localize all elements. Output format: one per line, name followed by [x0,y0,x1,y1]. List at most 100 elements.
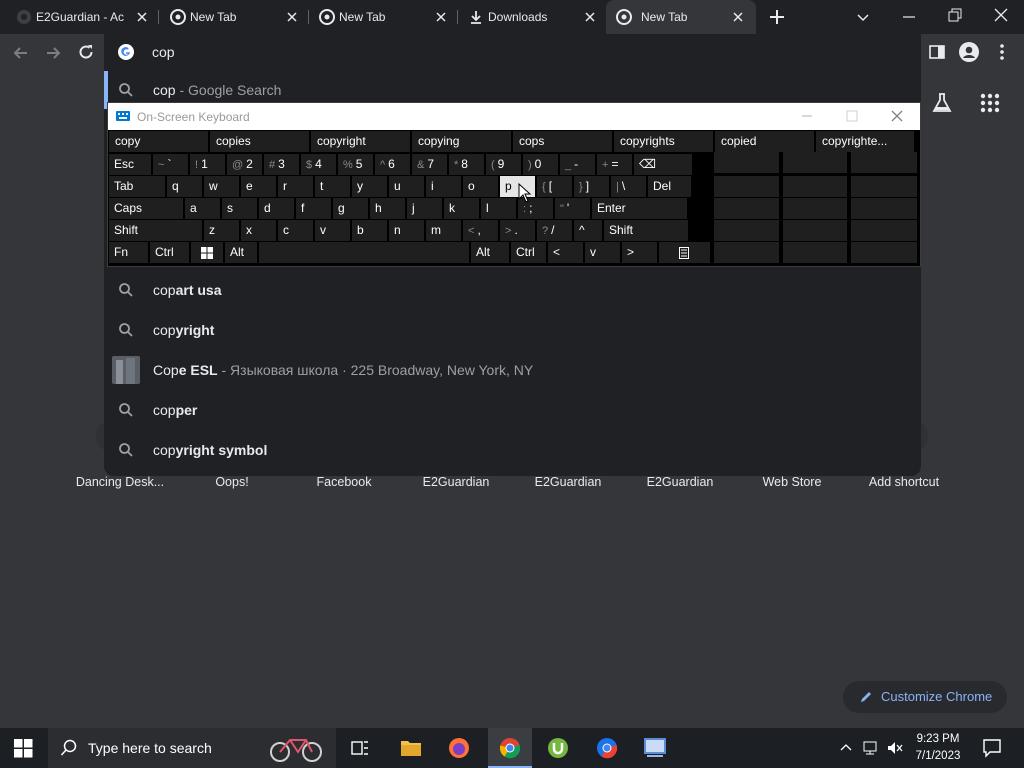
osk-key-right[interactable]: > [622,242,657,263]
osk-key[interactable]: l [481,198,516,219]
osk-key[interactable]: Enter [592,198,687,219]
osk-key[interactable]: x [241,220,276,241]
osk-key[interactable]: f [296,198,331,219]
osk-key[interactable]: z [204,220,239,241]
volume-muted-icon[interactable] [886,740,904,756]
osk-prediction[interactable]: copyrights [614,131,713,152]
shortcut-tile[interactable]: E2Guardian [624,475,736,489]
osk-key-space[interactable] [259,242,469,263]
osk-key-end[interactable] [714,176,779,197]
profile-icon[interactable] [959,42,979,62]
osk-key-nav[interactable] [851,152,917,173]
osk-prediction[interactable]: copyright [311,131,410,152]
osk-key[interactable]: o [463,176,498,197]
osk-key-fn[interactable]: Fn [109,242,148,263]
osk-key[interactable]: $4 [301,154,336,175]
osk-key-alt[interactable]: Alt [471,242,509,263]
task-view-icon[interactable] [350,738,370,758]
restore-icon[interactable] [946,6,964,24]
osk-key[interactable]: c [278,220,313,241]
osk-key[interactable]: Shift [109,220,202,241]
osk-key[interactable]: w [204,176,239,197]
osk-key-mv-up[interactable] [851,176,917,197]
osk-key[interactable]: y [352,176,387,197]
back-icon[interactable] [12,44,30,62]
osk-key[interactable]: _ - [560,154,595,175]
osk-key-fade[interactable] [851,242,917,263]
osk-key-pgdn[interactable] [783,176,847,197]
osk-key[interactable]: % 5 [338,154,373,175]
osk-key[interactable]: g [333,198,368,219]
tray-chevron-up-icon[interactable] [840,742,852,752]
shortcut-tile[interactable]: E2Guardian [512,475,624,489]
chrome-beta-icon[interactable] [596,737,618,759]
osk-key[interactable]: #3 [264,154,299,175]
osk-key-down[interactable]: v [585,242,620,263]
osk-key[interactable]: * 8 [449,154,484,175]
osk-key[interactable]: b [352,220,387,241]
osk-prediction[interactable]: copies [210,131,309,152]
osk-key[interactable]: >. [500,220,535,241]
firefox-icon[interactable] [448,737,470,759]
osk-key-prtscn[interactable] [714,220,779,241]
osk-key-pause[interactable] [783,198,847,219]
osk-key[interactable]: u [389,176,424,197]
tab-downloads[interactable]: Downloads [460,0,606,34]
osk-key[interactable]: v [315,220,350,241]
osk-key-menu[interactable] [659,242,710,263]
shortcut-tile[interactable]: Dancing Desk... [64,475,176,489]
apps-grid-icon[interactable] [980,93,1000,113]
osk-key-pgup[interactable] [783,152,847,173]
shortcut-tile[interactable]: Web Store [736,475,848,489]
osk-key[interactable]: <, [463,220,498,241]
utorrent-icon[interactable] [547,737,569,759]
osk-key[interactable]: Caps [109,198,183,219]
osk-key-mv-dn[interactable] [851,198,917,219]
tab-search-chevron-icon[interactable] [854,8,872,26]
tab-new-tab-1[interactable]: New Tab [162,0,308,34]
osk-key[interactable]: e [241,176,276,197]
omnibox[interactable]: cop [104,34,921,71]
osk-key[interactable]: r [278,176,313,197]
osk-key[interactable]: j [407,198,442,219]
osk-key[interactable]: ! 1 [190,154,225,175]
tab-new-tab-active[interactable]: New Tab [606,0,756,34]
osk-key[interactable]: Esc [109,154,151,175]
osk-key-insert[interactable] [714,198,779,219]
new-tab-icon[interactable] [768,8,786,26]
osk-key-backspace[interactable]: ⌫ [634,154,692,175]
osk-prediction[interactable]: copying [412,131,511,152]
osk-prediction[interactable]: copied [715,131,814,152]
close-tab-icon[interactable] [582,9,598,25]
osk-key[interactable]: (9 [486,154,521,175]
file-explorer-icon[interactable] [400,738,422,758]
forward-icon[interactable] [44,44,62,62]
close-tab-icon[interactable] [284,9,300,25]
osk-prediction[interactable]: cops [513,131,612,152]
shortcut-tile[interactable]: E2Guardian [400,475,512,489]
osk-key[interactable]: i [426,176,461,197]
osk-key[interactable]: q [167,176,202,197]
shortcut-tile[interactable]: Facebook [288,475,400,489]
suggestion-item[interactable]: copper [104,390,921,430]
osk-key[interactable]: | \ [611,176,646,197]
osk-key[interactable]: Shift [604,220,688,241]
customize-chrome-button[interactable]: Customize Chrome [843,681,1007,713]
labs-flask-icon[interactable] [930,91,954,115]
osk-key[interactable]: @2 [227,154,262,175]
close-tab-icon[interactable] [134,9,150,25]
osk-maximize-icon[interactable] [845,109,859,123]
side-panel-icon[interactable] [928,43,946,61]
osk-key[interactable]: k [444,198,479,219]
taskbar-search-box[interactable]: Type here to search [48,728,336,768]
osk-key[interactable]: h [370,198,405,219]
omnibox-input[interactable]: cop [152,44,175,60]
osk-key-dock[interactable] [851,220,917,241]
osk-key[interactable]: ~ ` [153,154,188,175]
osk-key[interactable]: s [222,198,257,219]
osk-key[interactable]: ? / [537,220,572,241]
menu-kebab-icon[interactable] [994,43,1010,61]
windows-start-icon[interactable] [14,739,33,758]
osk-key[interactable]: {[ [537,176,572,197]
tab-new-tab-2[interactable]: New Tab [311,0,457,34]
